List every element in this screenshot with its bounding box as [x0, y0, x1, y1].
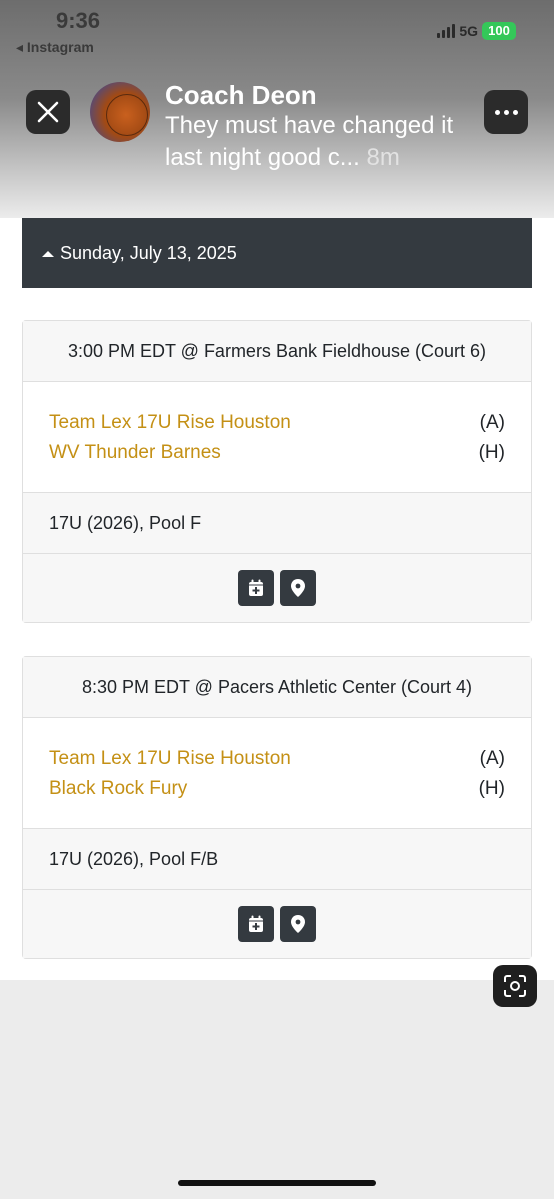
game-card: 8:30 PM EDT @ Pacers Athletic Center (Co…: [22, 656, 532, 959]
notification-sender: Coach Deon: [165, 80, 317, 110]
game-teams: Team Lex 17U Rise Houston (A) Black Rock…: [23, 718, 531, 829]
home-indicator[interactable]: [178, 1180, 376, 1186]
game-actions: [23, 554, 531, 622]
game-header: 8:30 PM EDT @ Pacers Athletic Center (Co…: [23, 657, 531, 718]
message-notification-banner[interactable]: 9:36 ◂ Instagram 5G 100 Coach Deon They …: [0, 0, 554, 218]
game-teams: Team Lex 17U Rise Houston (A) WV Thunder…: [23, 382, 531, 493]
team-link[interactable]: Black Rock Fury: [49, 778, 187, 800]
team-link[interactable]: Team Lex 17U Rise Houston: [49, 412, 291, 434]
team-side: (A): [479, 748, 505, 769]
division-label: 17U (2026), Pool F/B: [23, 829, 531, 890]
team-row: WV Thunder Barnes (H): [49, 442, 505, 464]
close-button[interactable]: [26, 90, 70, 134]
map-location-button[interactable]: [280, 906, 316, 942]
notification-time: 8m: [366, 144, 400, 171]
date-label-text: Sunday, July 13, 2025: [60, 243, 237, 263]
notification-text: They must have changed it last night goo…: [165, 112, 454, 171]
map-pin-icon: [291, 915, 305, 933]
back-to-app-link[interactable]: ◂ Instagram: [16, 39, 94, 56]
date-toggle[interactable]: Sunday, July 13, 2025: [42, 243, 237, 264]
close-icon: [37, 101, 59, 123]
avatar: [90, 82, 150, 142]
team-row: Black Rock Fury (H): [49, 778, 505, 800]
team-side: (A): [479, 412, 505, 433]
battery-icon: 100: [482, 22, 516, 40]
network-type: 5G: [459, 23, 478, 39]
team-row: Team Lex 17U Rise Houston (A): [49, 748, 505, 770]
team-row: Team Lex 17U Rise Houston (A): [49, 412, 505, 434]
team-side: (H): [478, 778, 505, 799]
scan-text-icon: [504, 975, 526, 997]
game-card: 3:00 PM EDT @ Farmers Bank Fieldhouse (C…: [22, 320, 532, 623]
team-link[interactable]: Team Lex 17U Rise Houston: [49, 748, 291, 770]
live-text-scan-button[interactable]: [493, 965, 537, 1007]
game-header: 3:00 PM EDT @ Farmers Bank Fieldhouse (C…: [23, 321, 531, 382]
caret-up-icon: [42, 250, 54, 257]
notification-message: They must have changed it last night goo…: [165, 110, 465, 174]
status-time: 9:36: [56, 8, 101, 33]
add-to-calendar-button[interactable]: [238, 906, 274, 942]
signal-icon: [437, 24, 456, 38]
division-label: 17U (2026), Pool F: [23, 493, 531, 554]
team-side: (H): [478, 442, 505, 463]
calendar-plus-icon: [249, 579, 263, 596]
more-options-button[interactable]: [484, 90, 528, 134]
status-indicators: 5G 100: [437, 22, 516, 40]
page-footer-area: [0, 980, 554, 1199]
game-actions: [23, 890, 531, 958]
calendar-plus-icon: [249, 915, 263, 932]
add-to-calendar-button[interactable]: [238, 570, 274, 606]
team-link[interactable]: WV Thunder Barnes: [49, 442, 221, 464]
more-icon: [494, 109, 500, 115]
map-location-button[interactable]: [280, 570, 316, 606]
map-pin-icon: [291, 579, 305, 597]
